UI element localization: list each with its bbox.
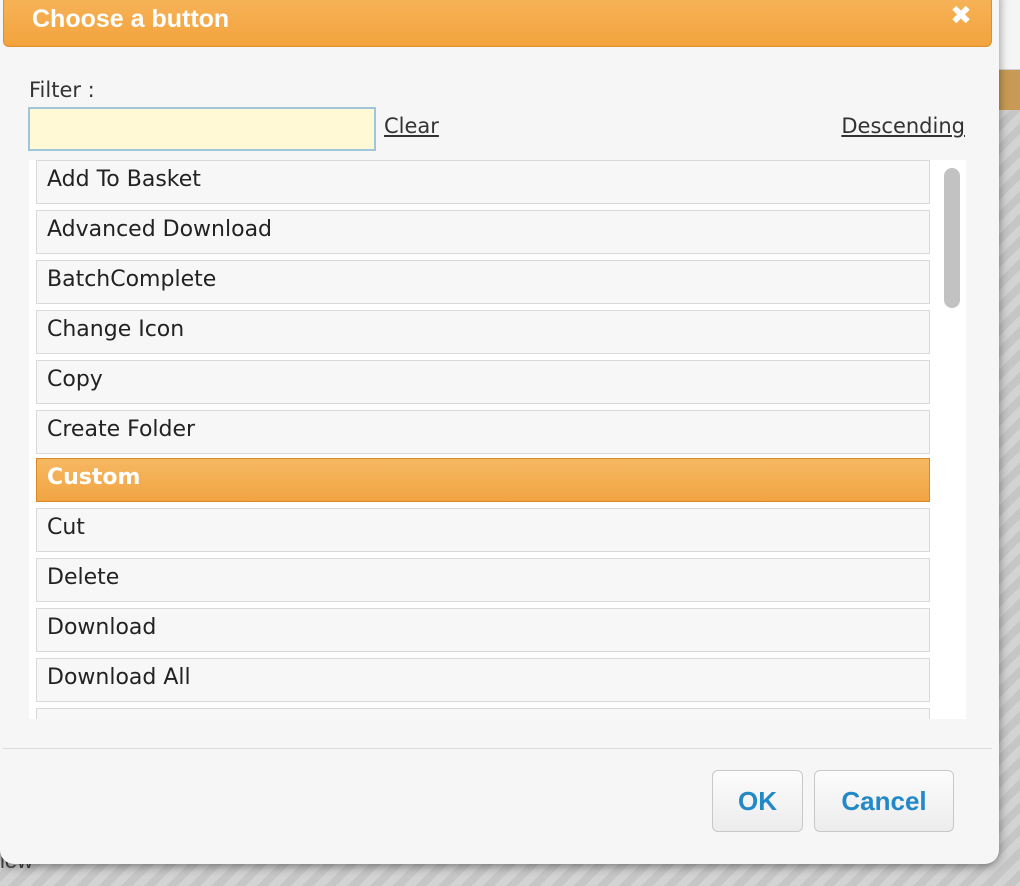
list-item[interactable]: Delete [36, 558, 930, 602]
list-item[interactable]: Add To Basket [36, 160, 930, 204]
list-item[interactable]: Copy [36, 360, 930, 404]
ok-button[interactable]: OK [712, 770, 803, 832]
list-item[interactable]: Download [36, 608, 930, 652]
filter-input[interactable] [28, 107, 376, 151]
list-item[interactable]: Advanced Download [36, 210, 930, 254]
list-item[interactable]: BatchComplete [36, 260, 930, 304]
list-scrollbar[interactable] [938, 160, 966, 719]
list-item-partial[interactable] [36, 708, 930, 719]
dialog-titlebar[interactable]: Choose a button ✖ [3, 0, 992, 47]
close-icon[interactable]: ✖ [946, 1, 976, 31]
dialog-title: Choose a button [32, 5, 230, 33]
list-item-selected[interactable]: Custom [36, 458, 930, 502]
clear-link[interactable]: Clear [384, 114, 439, 138]
cancel-button[interactable]: Cancel [814, 770, 954, 832]
button-list[interactable]: Add To Basket Advanced Download BatchCom… [29, 160, 966, 719]
filter-label: Filter : [29, 78, 95, 102]
list-item[interactable]: Create Folder [36, 410, 930, 454]
sort-descending-link[interactable]: Descending [841, 114, 965, 138]
list-item[interactable]: Change Icon [36, 310, 930, 354]
list-item[interactable]: Download All [36, 658, 930, 702]
scrollbar-thumb[interactable] [944, 168, 960, 308]
list-item[interactable]: Cut [36, 508, 930, 552]
footer-divider [3, 748, 992, 749]
choose-button-dialog: Choose a button ✖ Filter : Clear Descend… [0, 0, 999, 864]
